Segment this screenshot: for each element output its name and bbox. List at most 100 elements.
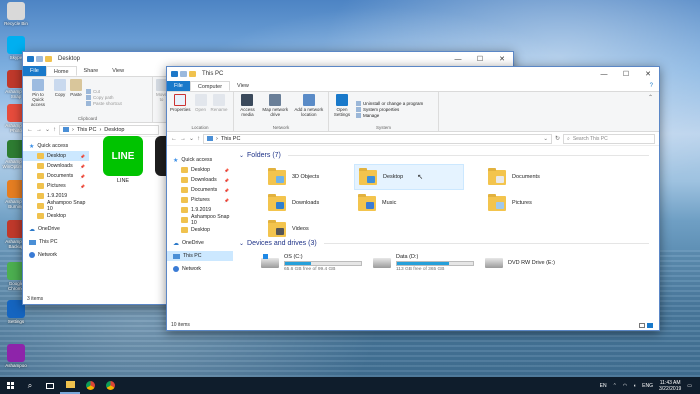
taskbar-chrome[interactable] bbox=[80, 377, 100, 394]
title-bar[interactable]: This PC — ☐ ✕ bbox=[167, 67, 659, 81]
notifications-icon[interactable]: ▭ bbox=[687, 383, 692, 389]
address-input[interactable]: › This PC ⌄ bbox=[203, 133, 552, 144]
cut-button[interactable]: Cut bbox=[86, 88, 122, 94]
nav-item[interactable]: Pictures 📌 bbox=[23, 181, 89, 191]
paste-button[interactable]: Paste bbox=[70, 79, 82, 115]
tab-file[interactable]: File bbox=[167, 81, 190, 91]
breadcrumb-this-pc[interactable]: This PC bbox=[77, 127, 97, 133]
close-button[interactable]: ✕ bbox=[637, 67, 659, 81]
properties-icon[interactable] bbox=[180, 71, 187, 77]
maximize-button[interactable]: ☐ bbox=[469, 52, 491, 66]
nav-item[interactable]: ★ Quick access bbox=[23, 141, 89, 151]
input-language[interactable]: ENG bbox=[642, 383, 653, 389]
drive-tile[interactable]: OS (C:) 65.6 GB free of 99.4 GB bbox=[261, 251, 362, 275]
close-button[interactable]: ✕ bbox=[491, 52, 513, 66]
system-properties-button[interactable]: System properties bbox=[356, 106, 423, 112]
forward-button[interactable]: → bbox=[180, 136, 186, 142]
explorer-window-this-pc[interactable]: This PC — ☐ ✕ File Computer View ? Prope… bbox=[166, 66, 660, 331]
copy-button[interactable]: Copy bbox=[54, 79, 66, 115]
up-button[interactable]: ↑ bbox=[53, 127, 56, 133]
properties-button[interactable]: Properties bbox=[170, 94, 191, 124]
nav-item[interactable]: ☁ OneDrive bbox=[167, 238, 233, 248]
nav-item[interactable]: Pictures 📌 bbox=[167, 195, 233, 205]
nav-item[interactable]: Downloads 📌 bbox=[167, 175, 233, 185]
nav-item[interactable]: Desktop 📌 bbox=[167, 165, 233, 175]
folders-section-header[interactable]: ⌄ Folders (7) bbox=[239, 152, 649, 159]
forward-button[interactable]: → bbox=[36, 127, 42, 133]
nav-item[interactable]: Network bbox=[23, 250, 89, 260]
language-indicator[interactable]: EN bbox=[600, 383, 607, 389]
tab-share[interactable]: Share bbox=[77, 66, 106, 76]
taskbar-chrome-2[interactable] bbox=[100, 377, 120, 394]
refresh-button[interactable]: ↻ bbox=[555, 135, 560, 142]
search-input[interactable]: ⌕ Search This PC bbox=[563, 133, 655, 144]
nav-item[interactable]: ★ Quick access bbox=[167, 155, 233, 165]
large-icons-view-icon[interactable] bbox=[647, 323, 653, 328]
properties-icon[interactable] bbox=[36, 56, 43, 62]
recent-locations-button[interactable]: ⌄ bbox=[189, 135, 194, 142]
tab-home[interactable]: Home bbox=[45, 66, 77, 76]
clock[interactable]: 11:43 AM 3/22/2019 bbox=[659, 380, 681, 392]
file-item[interactable]: LINE LINE bbox=[101, 136, 145, 184]
volume-icon[interactable]: ◖ bbox=[633, 383, 636, 389]
desktop-icon[interactable]: Ashampoo bbox=[2, 344, 30, 368]
drive-tile[interactable]: Data (D:) 113 GB free of 365 GB bbox=[373, 251, 474, 275]
nav-item[interactable]: Ashampoo Snap 10 bbox=[23, 200, 89, 212]
map-network-drive-button[interactable]: Map network drive bbox=[262, 94, 289, 124]
back-button[interactable]: ← bbox=[171, 136, 177, 142]
breadcrumb-desktop[interactable]: Desktop bbox=[104, 127, 124, 133]
folder-icon[interactable] bbox=[189, 71, 196, 77]
tab-computer[interactable]: Computer bbox=[189, 81, 231, 91]
breadcrumb-this-pc[interactable]: This PC bbox=[221, 136, 241, 142]
recent-locations-button[interactable]: ⌄ bbox=[45, 126, 50, 133]
nav-item[interactable]: Ashampoo Snap 10 bbox=[167, 214, 233, 226]
drive-tile[interactable]: DVD RW Drive (E:) bbox=[485, 251, 555, 275]
nav-item[interactable]: ☁ OneDrive bbox=[23, 224, 89, 234]
tab-file[interactable]: File bbox=[23, 66, 46, 76]
help-icon[interactable]: ? bbox=[650, 83, 653, 89]
rename-button[interactable]: Rename bbox=[211, 94, 228, 124]
folder-tile[interactable]: Documents bbox=[484, 164, 594, 190]
open-settings-button[interactable]: Open Settings bbox=[332, 94, 352, 124]
pin-quick-access-button[interactable]: Pin to Quick access bbox=[26, 79, 50, 115]
folder-tile[interactable]: Videos bbox=[264, 216, 374, 242]
folder-tile[interactable]: Music bbox=[354, 190, 464, 216]
back-button[interactable]: ← bbox=[27, 127, 33, 133]
address-dropdown-icon[interactable]: ⌄ bbox=[543, 136, 548, 142]
drives-section-header[interactable]: ⌄ Devices and drives (3) bbox=[239, 240, 649, 247]
address-input[interactable]: › This PC › Desktop bbox=[59, 124, 160, 135]
nav-item[interactable]: Network bbox=[167, 264, 233, 274]
folder-tile[interactable]: Desktop ↖ bbox=[354, 164, 464, 190]
taskbar-file-explorer[interactable] bbox=[60, 377, 80, 394]
minimize-button[interactable]: — bbox=[593, 67, 615, 81]
tab-view[interactable]: View bbox=[230, 81, 256, 91]
paste-shortcut-button[interactable]: Paste shortcut bbox=[86, 100, 122, 106]
add-network-location-button[interactable]: Add a network location bbox=[293, 94, 325, 124]
nav-item[interactable]: Desktop 📌 bbox=[23, 151, 89, 161]
manage-button[interactable]: Manage bbox=[356, 112, 423, 118]
folder-tile[interactable]: Pictures bbox=[484, 190, 594, 216]
up-button[interactable]: ↑ bbox=[197, 136, 200, 142]
uninstall-program-button[interactable]: Uninstall or change a program bbox=[356, 100, 423, 106]
maximize-button[interactable]: ☐ bbox=[615, 67, 637, 81]
start-button[interactable] bbox=[0, 377, 20, 394]
wifi-icon[interactable]: ◠ bbox=[623, 383, 627, 389]
desktop-icon[interactable]: Recycle Bin bbox=[2, 2, 30, 26]
access-media-button[interactable]: Access media bbox=[237, 94, 258, 124]
nav-item[interactable]: Desktop bbox=[167, 225, 233, 235]
nav-item[interactable]: This PC bbox=[23, 237, 89, 247]
nav-item[interactable]: This PC bbox=[167, 251, 233, 261]
open-button[interactable]: Open bbox=[194, 94, 207, 124]
tab-view[interactable]: View bbox=[105, 66, 131, 76]
collapse-ribbon-icon[interactable]: ⌃ bbox=[648, 94, 653, 101]
title-bar[interactable]: Desktop — ☐ ✕ bbox=[23, 52, 513, 66]
nav-item[interactable]: Desktop bbox=[23, 211, 89, 221]
details-view-icon[interactable] bbox=[639, 323, 645, 328]
task-view-button[interactable] bbox=[40, 377, 60, 394]
nav-item[interactable]: Downloads 📌 bbox=[23, 161, 89, 171]
nav-item[interactable]: Documents 📌 bbox=[23, 171, 89, 181]
tray-expand-icon[interactable]: ⌃ bbox=[613, 383, 617, 389]
folder-icon[interactable] bbox=[45, 56, 52, 62]
copy-path-button[interactable]: Copy path bbox=[86, 94, 122, 100]
minimize-button[interactable]: — bbox=[447, 52, 469, 66]
